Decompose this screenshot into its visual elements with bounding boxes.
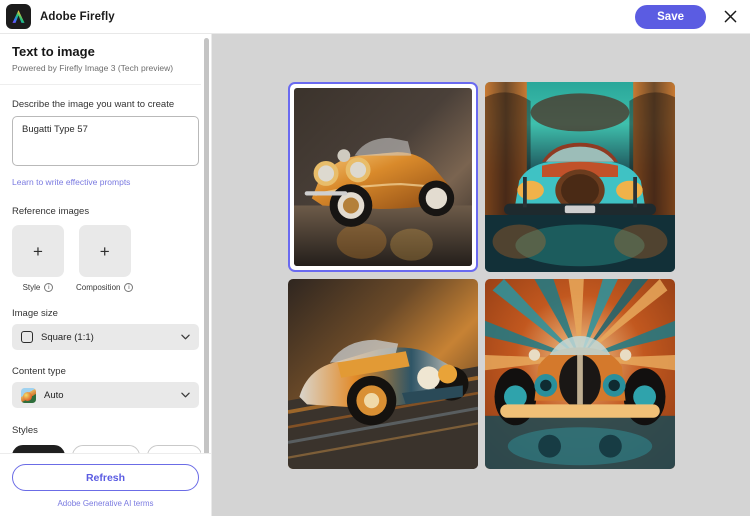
chevron-down-icon [181, 391, 190, 400]
add-style-reference-button[interactable]: + [12, 225, 64, 277]
styles-tab-movements[interactable]: Movements [72, 445, 140, 453]
styles-label: Styles [12, 425, 199, 436]
result-image-1[interactable] [288, 82, 478, 272]
firefly-logo-glyph [10, 8, 27, 25]
image-size-dropdown[interactable]: Square (1:1) [12, 324, 199, 350]
image-size-label: Image size [12, 308, 199, 319]
refresh-button[interactable]: Refresh [12, 464, 199, 491]
content-type-dropdown[interactable]: Auto [12, 382, 199, 408]
save-button[interactable]: Save [635, 5, 706, 29]
app-header: Adobe Firefly Save [0, 0, 750, 34]
chevron-down-glyph [181, 392, 190, 398]
style-info-icon[interactable]: i [44, 283, 53, 292]
firefly-text-to-image-window: Adobe Firefly Save Text to image Powered… [0, 0, 750, 516]
reference-composition-caption: Composition i [76, 283, 133, 292]
prompt-label: Describe the image you want to create [12, 99, 199, 110]
reference-style: + Style i [12, 225, 64, 292]
results-grid [288, 82, 675, 469]
result-art-4 [485, 279, 675, 469]
results-canvas [212, 34, 750, 516]
styles-tab-themes[interactable]: Themes [147, 445, 202, 453]
app-body: Text to image Powered by Firefly Image 3… [0, 34, 750, 516]
close-icon[interactable] [720, 7, 740, 27]
composition-info-icon[interactable]: i [124, 283, 133, 292]
reference-images-section: Reference images + Style i [0, 206, 211, 292]
close-glyph [724, 10, 737, 23]
result-art-3 [288, 279, 478, 469]
left-panel: Text to image Powered by Firefly Image 3… [0, 34, 212, 516]
page-title: Text to image [12, 44, 199, 59]
square-aspect-icon [21, 331, 33, 343]
result-image-2[interactable] [485, 82, 675, 272]
image-size-value: Square (1:1) [41, 332, 94, 343]
vertical-scrollbar[interactable] [201, 34, 211, 453]
generative-ai-terms-link[interactable]: Adobe Generative AI terms [12, 499, 199, 508]
header-actions: Save [635, 5, 740, 29]
image-size-section: Image size Square (1:1) [0, 308, 211, 350]
auto-thumbnail-icon [21, 388, 36, 403]
reference-composition: + Composition i [76, 225, 133, 292]
chevron-down-glyph [181, 334, 190, 340]
content-type-label: Content type [12, 366, 199, 377]
result-image-3-art[interactable] [288, 279, 478, 469]
content-type-section: Content type Auto [0, 366, 211, 408]
reference-style-caption: Style i [23, 283, 54, 292]
result-image-3[interactable] [288, 279, 478, 469]
result-image-1-art[interactable] [294, 88, 472, 266]
result-image-2-art[interactable] [485, 82, 675, 272]
reference-style-label: Style [23, 283, 41, 292]
plus-icon: + [33, 243, 43, 260]
reference-composition-label: Composition [76, 283, 120, 292]
result-art-2 [485, 82, 675, 272]
scrollbar-thumb[interactable] [204, 38, 209, 453]
panel-header: Text to image Powered by Firefly Image 3… [0, 34, 211, 85]
result-art-1 [294, 88, 472, 266]
left-panel-scroll-area: Text to image Powered by Firefly Image 3… [0, 34, 211, 453]
result-image-4-art[interactable] [485, 279, 675, 469]
styles-tab-group: Popular Movements Themes [12, 445, 199, 453]
prompt-section: Describe the image you want to create Le… [0, 99, 211, 190]
brand-name: Adobe Firefly [40, 11, 115, 23]
plus-icon: + [100, 243, 110, 260]
brand: Adobe Firefly [6, 4, 115, 29]
chevron-down-icon [181, 333, 190, 342]
result-image-4[interactable] [485, 279, 675, 469]
reference-images-label: Reference images [12, 206, 199, 217]
content-type-value: Auto [44, 390, 64, 401]
prompt-input[interactable] [12, 116, 199, 166]
firefly-logo-icon [6, 4, 31, 29]
styles-section: Styles Popular Movements Themes [0, 425, 211, 453]
styles-tab-popular[interactable]: Popular [12, 445, 65, 453]
left-panel-footer: Refresh Adobe Generative AI terms [0, 453, 211, 516]
add-composition-reference-button[interactable]: + [79, 225, 131, 277]
page-subtitle: Powered by Firefly Image 3 (Tech preview… [12, 63, 199, 73]
write-effective-prompts-link[interactable]: Learn to write effective prompts [12, 177, 130, 187]
